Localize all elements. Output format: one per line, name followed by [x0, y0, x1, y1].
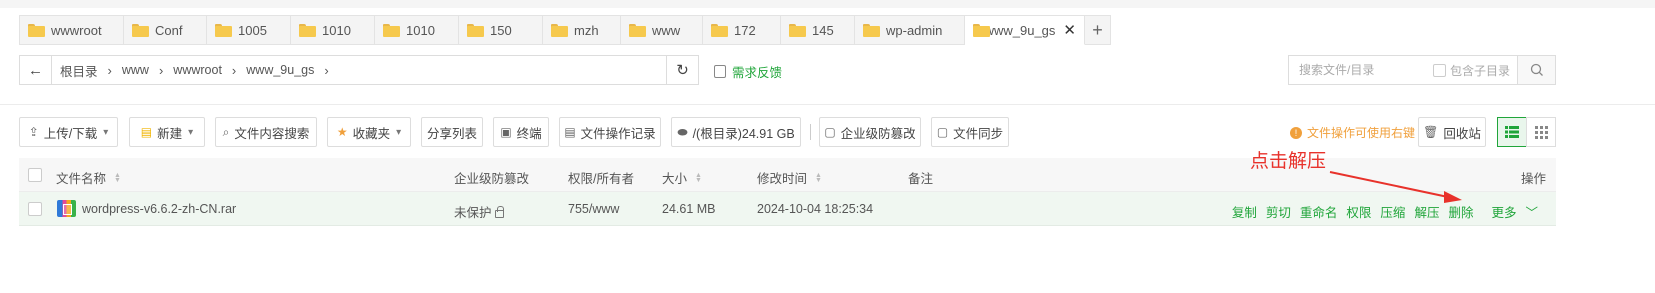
annotation-arrow [1329, 171, 1462, 203]
